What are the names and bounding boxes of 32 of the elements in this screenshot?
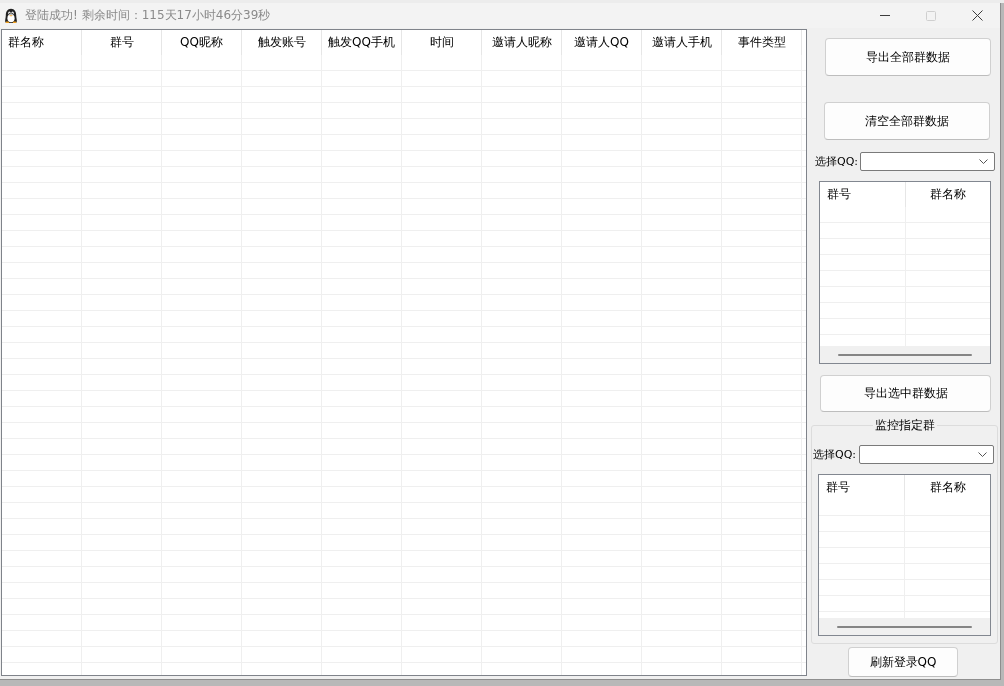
close-icon[interactable]	[971, 10, 983, 21]
column-header[interactable]: 群名称	[906, 182, 990, 207]
window-title: 登陆成功! 剩余时间：115天17小时46分39秒	[25, 7, 271, 24]
column-header[interactable]: 邀请人手机	[642, 30, 722, 55]
export-all-button[interactable]: 导出全部群数据	[825, 38, 991, 76]
export-selected-button[interactable]: 导出选中群数据	[820, 375, 991, 412]
column-header[interactable]: 邀请人QQ	[562, 30, 642, 55]
horizontal-scrollbar[interactable]	[820, 346, 990, 363]
refresh-login-button[interactable]: 刷新登录QQ	[848, 647, 958, 677]
column-header[interactable]: 群号	[82, 30, 162, 55]
column-header[interactable]: QQ昵称	[162, 30, 242, 55]
column-header[interactable]: 群名称	[905, 475, 990, 500]
qq-dropdown[interactable]	[860, 152, 995, 171]
qq-dropdown[interactable]	[859, 445, 994, 464]
qq-select-label: 选择QQ:	[815, 154, 859, 169]
penguin-icon	[4, 7, 18, 24]
qq-select-label: 选择QQ:	[813, 447, 857, 462]
column-header[interactable]: 触发QQ手机	[322, 30, 402, 55]
column-header[interactable]: 时间	[402, 30, 482, 55]
clear-all-button[interactable]: 清空全部群数据	[824, 102, 990, 140]
scrollbar-thumb[interactable]	[837, 625, 972, 628]
horizontal-scrollbar[interactable]	[819, 618, 990, 635]
column-header[interactable]: 邀请人昵称	[482, 30, 562, 55]
column-header[interactable]: 群名称	[2, 30, 82, 55]
column-header[interactable]: 群号	[819, 475, 905, 500]
column-header[interactable]: 事件类型	[722, 30, 802, 55]
column-header[interactable]: 触发账号	[242, 30, 322, 55]
chevron-down-icon	[978, 452, 987, 457]
scrollbar-thumb[interactable]	[838, 353, 972, 356]
chevron-down-icon	[979, 159, 988, 164]
column-header[interactable]: 群号	[820, 182, 906, 207]
group-box-title: 监控指定群	[873, 418, 936, 432]
